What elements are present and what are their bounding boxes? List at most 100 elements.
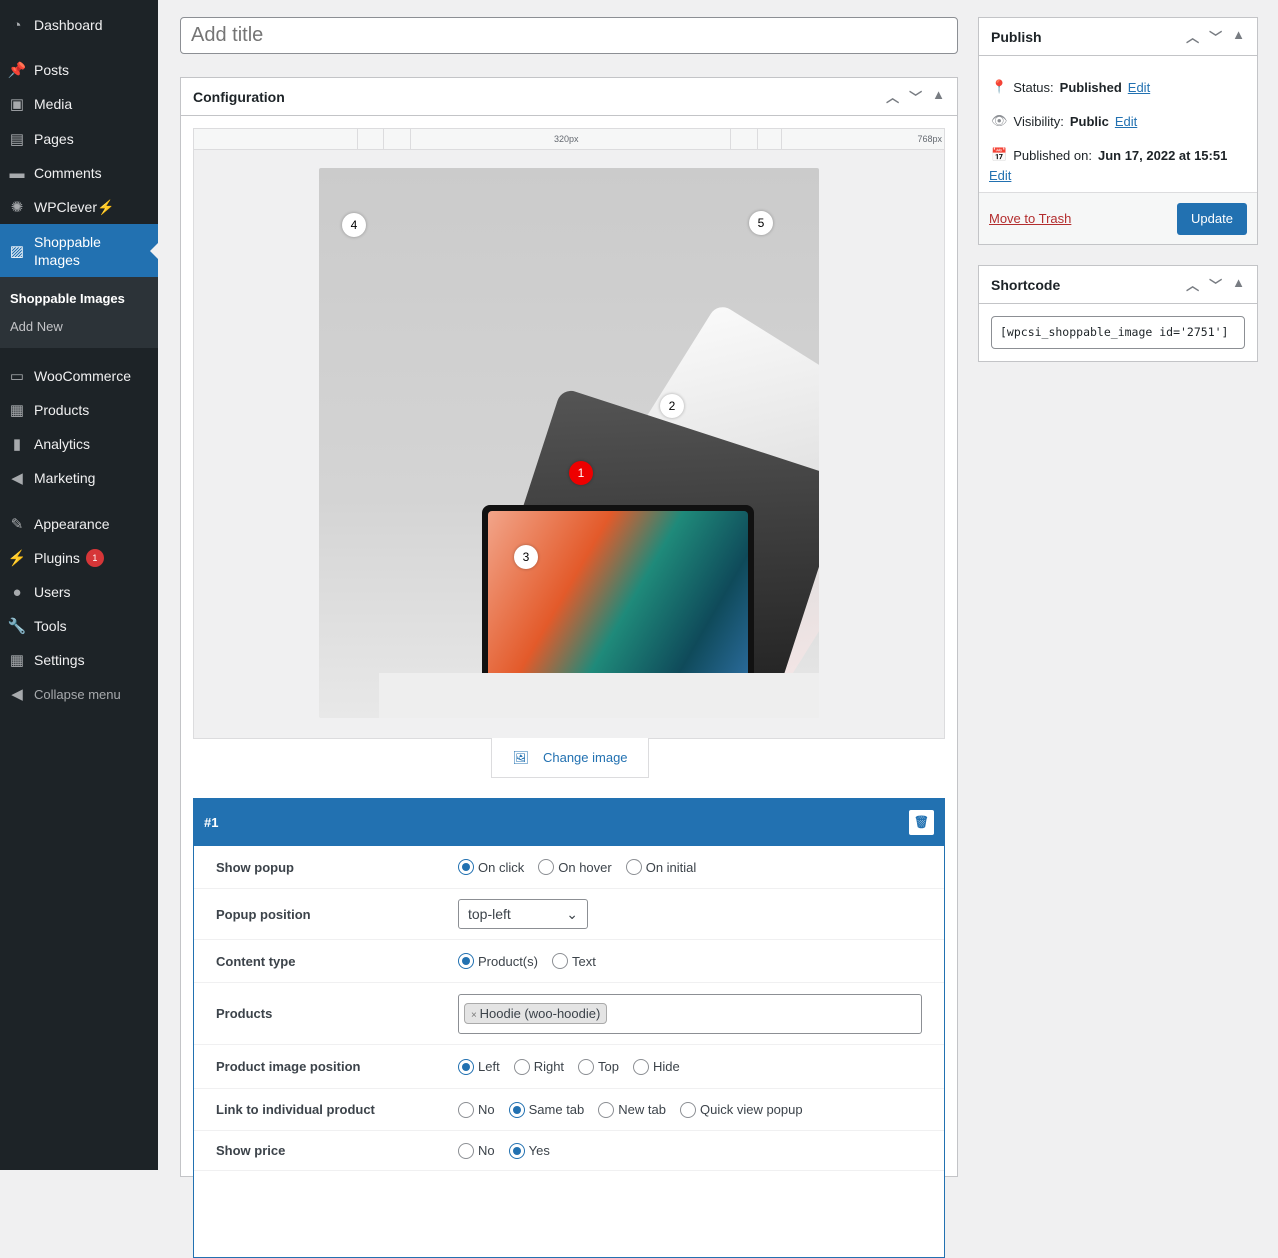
radio-label: Text — [571, 953, 596, 969]
sidebar-item-appearance[interactable]: ✎ Appearance — [0, 507, 158, 541]
radio-label: On hover — [558, 859, 612, 875]
edit-visibility-link[interactable]: Edit — [1115, 114, 1137, 129]
move-to-trash-link[interactable]: Move to Trash — [989, 211, 1071, 226]
sidebar-item-marketing[interactable]: ◀ Marketing — [0, 461, 158, 495]
status-label: Status: — [1013, 79, 1054, 95]
radio-quick-view-popup[interactable] — [679, 1101, 696, 1118]
products-select[interactable]: × Hoodie (woo-hoodie) — [458, 993, 922, 1034]
collapse-icon: ◀ — [11, 686, 23, 703]
dashboard-icon: ◔ — [12, 16, 22, 34]
radio-label: No — [478, 1102, 495, 1117]
ruler-label-320: 320px — [554, 134, 579, 144]
submenu-add-new[interactable]: Add New — [10, 319, 63, 334]
shortcode-input[interactable]: [wpcsi_shoppable_image id='2751'] — [991, 316, 1245, 349]
radio-text[interactable] — [551, 953, 568, 969]
hotspot-5[interactable]: 5 — [749, 211, 773, 235]
update-count-badge: 1 — [85, 549, 104, 567]
sidebar-item-tools[interactable]: 🔧 Tools — [0, 609, 158, 643]
sidebar-item-plugins[interactable]: ⚡ Plugins 1 — [0, 541, 158, 575]
radio-on-hover[interactable] — [538, 859, 555, 875]
hotspot-4[interactable]: 4 — [342, 213, 366, 237]
hotspot-3[interactable]: 3 — [514, 545, 538, 569]
popup-position-select[interactable]: top-left ⌄ — [458, 899, 588, 929]
sidebar-item-dashboard[interactable]: ◔ Dashboard — [0, 8, 158, 42]
setting-row-link-to-individual-product: Link to individual product No Same tab New … — [194, 1089, 944, 1131]
setting-label: Show popup — [216, 859, 294, 875]
radio-on-initial[interactable] — [625, 859, 642, 875]
sidebar-item-collapse-menu[interactable]: ◀ Collapse menu — [0, 677, 158, 711]
shoppable-image: 1 2 3 4 5 — [319, 168, 819, 718]
change-image-button[interactable]: 🖼 Change image — [491, 738, 649, 778]
sidebar-item-products[interactable]: ▦ Products — [0, 393, 158, 427]
wrench-icon: 🔧 — [7, 618, 27, 635]
hotspot-1[interactable]: 1 — [569, 461, 593, 485]
sidebar-item-analytics[interactable]: ▮ Analytics — [0, 427, 158, 461]
comment-icon: ▬ — [9, 164, 25, 182]
edit-status-link[interactable]: Edit — [1128, 80, 1150, 95]
sidebar-item-pages[interactable]: ▤ Pages — [0, 122, 158, 156]
sidebar-item-settings[interactable]: ▦ Settings — [0, 643, 158, 677]
radio-new-tab[interactable] — [598, 1101, 615, 1118]
shortcode-box: Shortcode ︿ ﹀ ▲ [wpcsi_shoppable_image id=… — [978, 265, 1258, 362]
edit-date-link[interactable]: Edit — [989, 168, 1011, 183]
calendar-icon: 📅 — [991, 147, 1008, 162]
move-up-icon[interactable]: ︿ — [886, 87, 899, 106]
update-button[interactable]: Update — [1177, 203, 1247, 235]
pin-icon: 📍 — [991, 79, 1008, 94]
sidebar-item-wpclever[interactable]: ✺ WPClever⚡ — [0, 190, 158, 224]
remove-tag-icon[interactable]: × — [471, 1010, 480, 1021]
change-image-label: Change image — [542, 750, 628, 765]
radio-top[interactable] — [578, 1058, 595, 1075]
sidebar-item-label: Users — [34, 584, 71, 600]
radio-yes[interactable] — [508, 1142, 525, 1159]
radio-label: On initial — [645, 859, 697, 875]
chevron-down-icon: ⌄ — [566, 905, 578, 922]
radio-label: Yes — [528, 1143, 550, 1158]
settings-icon: ▦ — [9, 652, 25, 669]
sidebar-item-posts[interactable]: 📌 Posts — [0, 53, 158, 87]
sidebar-item-label: Media — [34, 96, 73, 112]
submenu-shoppable-images[interactable]: Shoppable Images — [10, 291, 125, 306]
breakpoint-ruler: 320px 768px — [194, 129, 944, 150]
delete-hotspot-button[interactable]: 🗑 — [909, 810, 934, 835]
radio-same-tab[interactable] — [508, 1101, 525, 1118]
setting-label: Show price — [216, 1143, 286, 1158]
move-up-icon[interactable]: ︿ — [1186, 27, 1199, 46]
radio-right[interactable] — [513, 1058, 530, 1075]
setting-row-popup-position: Popup position top-left ⌄ — [194, 889, 944, 940]
hotspot-2[interactable]: 2 — [660, 394, 684, 418]
toggle-icon[interactable]: ▲ — [932, 87, 945, 106]
sidebar-item-label: Dashboard — [34, 17, 103, 33]
radio-label: Hide — [653, 1059, 680, 1074]
setting-label: Products — [216, 1006, 273, 1021]
radio-no[interactable] — [458, 1142, 474, 1159]
shortcode-title: Shortcode — [991, 276, 1061, 293]
media-icon: ▣ — [9, 96, 25, 113]
sidebar-item-media[interactable]: ▣ Media — [0, 87, 158, 121]
sidebar-item-comments[interactable]: ▬ Comments — [0, 156, 158, 190]
sidebar-item-woocommerce[interactable]: ▭ WooCommerce — [0, 359, 158, 393]
radio-hide[interactable] — [633, 1058, 650, 1075]
move-up-icon[interactable]: ︿ — [1186, 275, 1199, 294]
radio-label: Quick view popup — [699, 1102, 803, 1117]
submenu: Shoppable Images Add New — [0, 277, 158, 348]
move-down-icon[interactable]: ﹀ — [1209, 27, 1222, 46]
pin-icon: 📌 — [7, 62, 27, 79]
sidebar-item-label: WPClever⚡ — [34, 198, 115, 215]
setting-label: Link to individual product — [216, 1102, 375, 1117]
sidebar-item-label: Appearance — [34, 516, 110, 532]
sidebar-item-shoppable-images[interactable]: ▨ Shoppable Images — [0, 224, 158, 277]
radio-product-s-[interactable] — [458, 953, 474, 969]
radio-left[interactable] — [458, 1058, 474, 1075]
sidebar-item-label: Shoppable Images — [34, 233, 101, 268]
radio-no[interactable] — [458, 1101, 474, 1118]
move-down-icon[interactable]: ﹀ — [909, 87, 922, 106]
move-down-icon[interactable]: ﹀ — [1209, 275, 1222, 294]
image-preview-frame: 320px 768px 1 2 3 4 5 — [193, 128, 945, 739]
sidebar-item-users[interactable]: ● Users — [0, 575, 158, 609]
toggle-icon[interactable]: ▲ — [1232, 275, 1245, 294]
title-input[interactable] — [180, 17, 958, 54]
configuration-title: Configuration — [193, 88, 285, 105]
radio-on-click[interactable] — [458, 859, 474, 875]
toggle-icon[interactable]: ▲ — [1232, 27, 1245, 46]
